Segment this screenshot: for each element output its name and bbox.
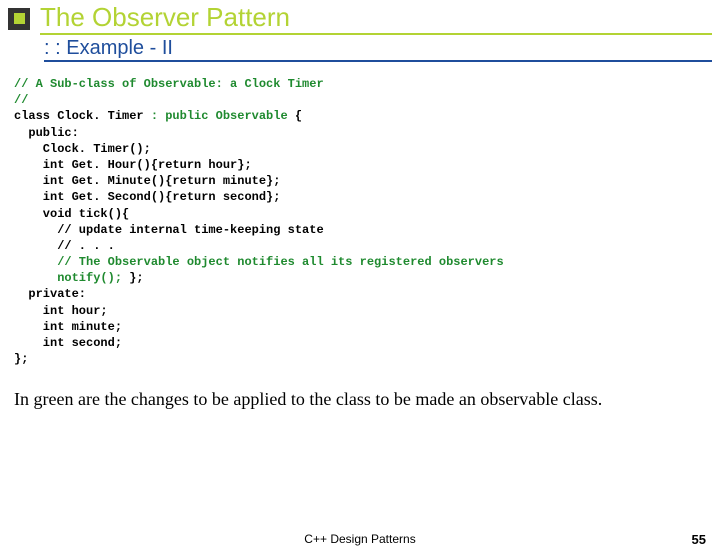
code-line: {	[295, 109, 302, 123]
explanation-text: In green are the changes to be applied t…	[0, 367, 720, 410]
bullet-icon	[8, 8, 30, 30]
code-line: class Clock. Timer	[14, 109, 151, 123]
code-line: int Get. Minute(){return minute};	[14, 174, 280, 188]
page-title: The Observer Pattern	[40, 2, 712, 35]
code-line: : public Observable	[151, 109, 295, 123]
bullet-inner-icon	[14, 13, 25, 24]
footer-center: C++ Design Patterns	[304, 532, 415, 546]
code-line: void tick(){	[14, 207, 129, 221]
code-line: // . . .	[14, 239, 115, 253]
code-line: int Get. Second(){return second};	[14, 190, 280, 204]
code-line: private:	[14, 287, 86, 301]
code-line: // The Observable object notifies all it…	[14, 255, 504, 269]
title-row: The Observer Pattern	[0, 0, 720, 35]
code-line: int second;	[14, 336, 122, 350]
code-line: // A Sub-class of Observable: a Clock Ti…	[14, 77, 324, 91]
code-line: public:	[14, 126, 79, 140]
code-line: // update internal time-keeping state	[14, 223, 324, 237]
code-line: int Get. Hour(){return hour};	[14, 158, 252, 172]
code-block: // A Sub-class of Observable: a Clock Ti…	[0, 62, 720, 367]
code-line: notify();	[14, 271, 129, 285]
code-line: };	[129, 271, 143, 285]
code-line: //	[14, 93, 28, 107]
subtitle-row: : : Example - II	[0, 35, 720, 62]
code-line: int hour;	[14, 304, 108, 318]
page-subtitle: : : Example - II	[44, 37, 712, 62]
code-line: int minute;	[14, 320, 122, 334]
code-line: };	[14, 352, 28, 366]
code-line: Clock. Timer();	[14, 142, 151, 156]
